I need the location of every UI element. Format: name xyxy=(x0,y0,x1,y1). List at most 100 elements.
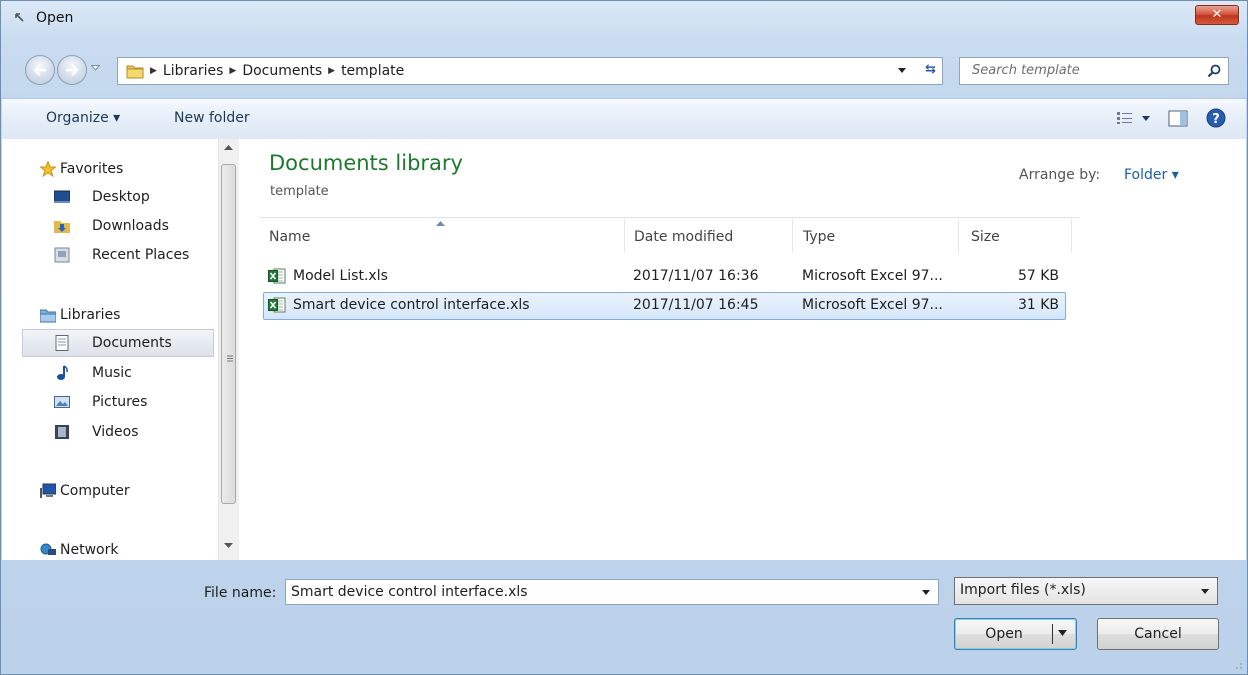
nav-computer[interactable]: Computer xyxy=(40,479,130,503)
close-button[interactable]: ✕ xyxy=(1195,5,1239,25)
column-header-date-modified[interactable]: Date modified xyxy=(634,229,733,245)
search-input[interactable] xyxy=(970,62,1199,79)
nav-documents[interactable]: Documents xyxy=(55,331,172,355)
file-name: Model List.xls xyxy=(293,268,388,284)
breadcrumb-libraries[interactable]: Libraries xyxy=(163,63,223,79)
command-bar: Organize ▾ New folder ? xyxy=(2,98,1246,140)
column-divider[interactable] xyxy=(958,219,959,253)
file-name-combobox[interactable]: Smart device control interface.xls xyxy=(285,579,939,605)
open-cursor-icon xyxy=(15,13,24,22)
new-folder-button[interactable]: New folder xyxy=(174,110,250,126)
search-box[interactable] xyxy=(959,57,1229,85)
nav-desktop[interactable]: Desktop xyxy=(54,185,150,209)
scroll-down-icon[interactable] xyxy=(224,543,233,548)
title-bar[interactable]: Open ✕ xyxy=(1,1,1247,37)
nav-favorites-label: Favorites xyxy=(60,161,124,177)
library-subtitle: template xyxy=(270,184,329,199)
nav-pane-scrollbar[interactable] xyxy=(218,139,239,560)
recent-places-icon xyxy=(54,247,70,263)
nav-downloads-label: Downloads xyxy=(92,218,169,234)
excel-file-icon xyxy=(268,297,286,313)
column-header-type[interactable]: Type xyxy=(803,229,835,245)
column-divider[interactable] xyxy=(792,219,793,253)
view-options-button[interactable] xyxy=(1116,111,1150,125)
sort-ascending-icon xyxy=(436,221,445,226)
excel-file-icon xyxy=(268,268,286,284)
file-date: 2017/11/07 16:36 xyxy=(633,268,759,284)
nav-pictures-label: Pictures xyxy=(92,394,148,410)
open-options-arrow-icon[interactable] xyxy=(1058,630,1067,636)
file-date: 2017/11/07 16:45 xyxy=(633,297,759,313)
chevron-down-icon[interactable] xyxy=(922,590,930,595)
documents-icon xyxy=(55,335,69,351)
nav-videos[interactable]: Videos xyxy=(55,420,139,444)
breadcrumb-separator-icon[interactable]: ▶ xyxy=(328,66,335,76)
videos-icon xyxy=(55,425,69,439)
help-icon[interactable]: ? xyxy=(1206,108,1226,128)
file-row[interactable]: Model List.xls 2017/11/07 16:36 Microsof… xyxy=(263,263,1066,291)
file-name-input[interactable]: Smart device control interface.xls xyxy=(291,584,528,600)
file-type: Microsoft Excel 97... xyxy=(802,268,943,284)
back-arrow-icon xyxy=(33,64,46,76)
network-icon xyxy=(40,543,56,555)
breadcrumb-separator-icon[interactable]: ▶ xyxy=(150,66,157,76)
column-divider[interactable] xyxy=(1071,219,1072,253)
downloads-folder-icon xyxy=(54,221,70,233)
file-row-selected[interactable]: Smart device control interface.xls 2017/… xyxy=(263,292,1066,320)
nav-music-label: Music xyxy=(92,365,132,381)
nav-music[interactable]: Music xyxy=(57,361,132,385)
address-bar[interactable]: ▶ Libraries ▶ Documents ▶ template ⇆ xyxy=(117,57,943,85)
file-type-filter[interactable]: Import files (*.xls) xyxy=(954,577,1218,605)
column-header-name[interactable]: Name xyxy=(269,229,310,245)
scroll-up-icon[interactable] xyxy=(224,145,233,150)
history-dropdown-icon[interactable] xyxy=(91,65,100,71)
file-name-label: File name: xyxy=(204,585,277,601)
breadcrumb-documents[interactable]: Documents xyxy=(242,63,322,79)
forward-arrow-icon xyxy=(66,64,79,76)
arrange-by-dropdown[interactable]: Folder ▾ xyxy=(1124,167,1179,183)
column-header-size[interactable]: Size xyxy=(971,229,1000,245)
nav-pictures[interactable]: Pictures xyxy=(54,390,148,414)
split-divider xyxy=(1052,624,1053,644)
preview-pane-icon[interactable] xyxy=(1168,110,1188,127)
search-icon[interactable] xyxy=(1207,64,1221,78)
arrange-by-label: Arrange by: xyxy=(1019,167,1101,183)
breadcrumb-template[interactable]: template xyxy=(341,63,404,79)
library-title: Documents library xyxy=(269,151,463,175)
nav-computer-label: Computer xyxy=(60,483,130,499)
view-controls: ? xyxy=(1116,108,1226,128)
address-dropdown-icon[interactable] xyxy=(898,68,906,73)
nav-favorites[interactable]: Favorites xyxy=(40,157,124,181)
nav-recent-places-label: Recent Places xyxy=(92,247,190,263)
view-list-icon xyxy=(1117,112,1132,124)
nav-network[interactable]: Network xyxy=(40,538,118,562)
file-type: Microsoft Excel 97... xyxy=(802,297,943,313)
file-size: 57 KB xyxy=(1017,268,1059,284)
music-icon xyxy=(57,365,68,380)
window-title: Open xyxy=(36,10,74,26)
scroll-grip-icon xyxy=(227,355,233,362)
computer-icon xyxy=(40,483,56,498)
refresh-icon[interactable]: ⇆ xyxy=(925,62,936,77)
star-icon xyxy=(40,161,56,177)
file-list-pane: Documents library template Arrange by: F… xyxy=(239,139,1246,560)
breadcrumb-separator-icon[interactable]: ▶ xyxy=(229,66,236,76)
nav-downloads[interactable]: Downloads xyxy=(54,214,169,238)
scrollbar-thumb[interactable] xyxy=(221,164,236,504)
cancel-button[interactable]: Cancel xyxy=(1097,618,1219,650)
open-button[interactable]: Open xyxy=(954,618,1077,650)
folder-icon xyxy=(126,65,144,79)
chevron-down-icon[interactable] xyxy=(1201,589,1209,594)
nav-libraries[interactable]: Libraries xyxy=(40,303,120,327)
nav-recent-places[interactable]: Recent Places xyxy=(54,243,190,267)
open-dialog: Open ✕ ▶ Libraries ▶ Documents ▶ templat… xyxy=(0,0,1248,675)
resize-grip-icon[interactable] xyxy=(1233,660,1243,670)
back-button[interactable] xyxy=(25,55,55,85)
navigation-pane: Favorites Desktop Downloads Recent Place… xyxy=(2,139,218,560)
file-type-filter-value: Import files (*.xls) xyxy=(960,582,1086,598)
organize-button[interactable]: Organize ▾ xyxy=(46,110,120,126)
file-size: 31 KB xyxy=(1017,297,1059,313)
column-divider[interactable] xyxy=(624,219,625,253)
forward-button[interactable] xyxy=(57,55,87,85)
pictures-icon xyxy=(54,396,70,408)
